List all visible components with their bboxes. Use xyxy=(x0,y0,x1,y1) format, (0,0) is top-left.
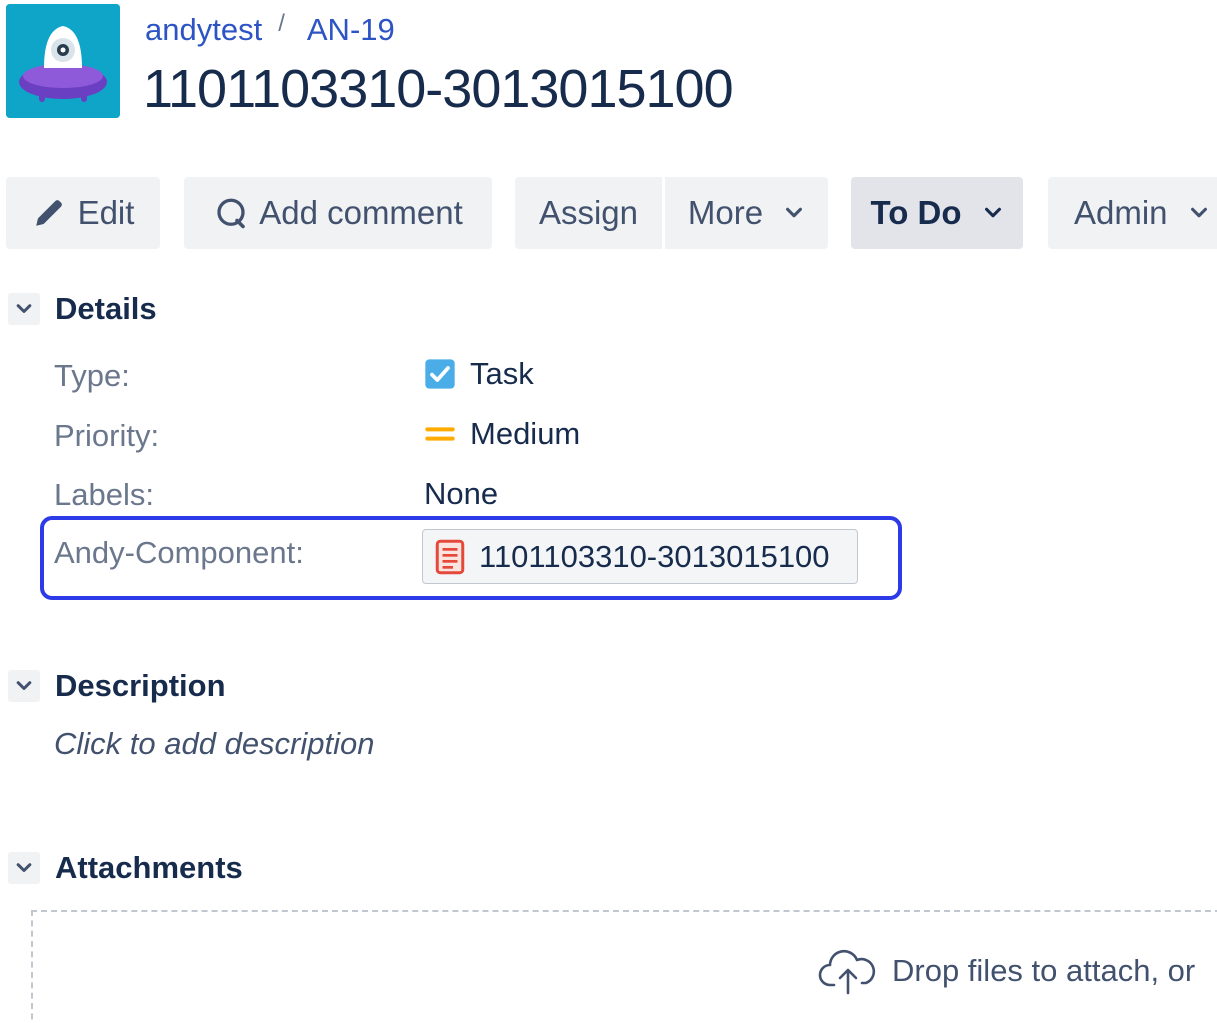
breadcrumb-project-link[interactable]: andytest xyxy=(145,12,262,48)
comment-icon xyxy=(217,198,246,229)
chevron-down-icon xyxy=(16,681,32,690)
assign-label: Assign xyxy=(538,194,639,231)
type-field-value[interactable]: Task xyxy=(424,356,534,392)
type-field-label: Type: xyxy=(54,358,130,393)
labels-field-value[interactable]: None xyxy=(424,476,498,512)
type-value-text: Task xyxy=(470,356,534,391)
issue-view: andytest / AN-19 1101103310-3013015100 E… xyxy=(0,0,1217,1023)
admin-label: Admin xyxy=(1074,194,1168,231)
admin-button[interactable]: Admin xyxy=(1048,177,1217,249)
assign-button[interactable]: Assign xyxy=(515,177,662,249)
more-label: More xyxy=(687,194,764,231)
attachments-section-header: Attachments xyxy=(8,850,243,886)
issue-toolbar: Edit Add comment Assign More To Do Admin xyxy=(6,177,1217,249)
status-label: To Do xyxy=(870,194,962,231)
labels-value-text: None xyxy=(424,476,499,511)
details-section-header: Details xyxy=(8,291,157,327)
chevron-down-icon xyxy=(16,304,32,313)
component-value-text: 1101103310-3013015100 xyxy=(479,538,830,574)
attachments-title: Attachments xyxy=(55,850,243,885)
add-comment-label: Add comment xyxy=(259,194,463,231)
description-title: Description xyxy=(55,668,226,703)
chevron-down-icon xyxy=(1190,207,1207,218)
description-section-header: Description xyxy=(8,668,226,704)
edit-button[interactable]: Edit xyxy=(6,177,160,249)
attachments-drop-prompt: Drop files to attach, or xyxy=(818,946,1195,996)
priority-medium-icon xyxy=(425,427,455,441)
pencil-icon xyxy=(35,200,62,226)
priority-field-label: Priority: xyxy=(54,418,160,453)
chevron-down-icon xyxy=(16,863,32,872)
priority-value-text: Medium xyxy=(470,416,581,451)
issue-summary-title[interactable]: 1101103310-3013015100 xyxy=(143,58,734,120)
breadcrumb-separator: / xyxy=(278,10,285,37)
priority-field-value[interactable]: Medium xyxy=(424,416,580,452)
edit-button-label: Edit xyxy=(77,194,135,231)
more-button[interactable]: More xyxy=(665,177,828,249)
project-avatar[interactable] xyxy=(6,4,120,118)
description-placeholder[interactable]: Click to add description xyxy=(54,726,375,762)
drop-text: Drop files to attach, or xyxy=(892,953,1196,988)
attachments-collapse-toggle[interactable] xyxy=(8,852,40,884)
details-title: Details xyxy=(55,291,157,326)
project-robot-avatar-icon xyxy=(6,4,120,118)
task-checkbox-icon xyxy=(425,359,455,389)
status-button[interactable]: To Do xyxy=(851,177,1023,249)
cloud-upload-icon xyxy=(818,949,876,995)
labels-field-label: Labels: xyxy=(54,477,154,512)
description-collapse-toggle[interactable] xyxy=(8,670,40,702)
component-chip[interactable]: 1101103310-3013015100 xyxy=(422,529,858,584)
component-field-label: Andy-Component: xyxy=(54,535,304,570)
add-comment-button[interactable]: Add comment xyxy=(184,177,492,249)
details-collapse-toggle[interactable] xyxy=(8,293,40,325)
breadcrumb-issue-key-link[interactable]: AN-19 xyxy=(307,12,395,48)
document-icon xyxy=(435,539,465,574)
chevron-down-icon xyxy=(984,207,1001,218)
chevron-down-icon xyxy=(786,207,803,218)
breadcrumb: andytest / AN-19 xyxy=(145,10,395,50)
